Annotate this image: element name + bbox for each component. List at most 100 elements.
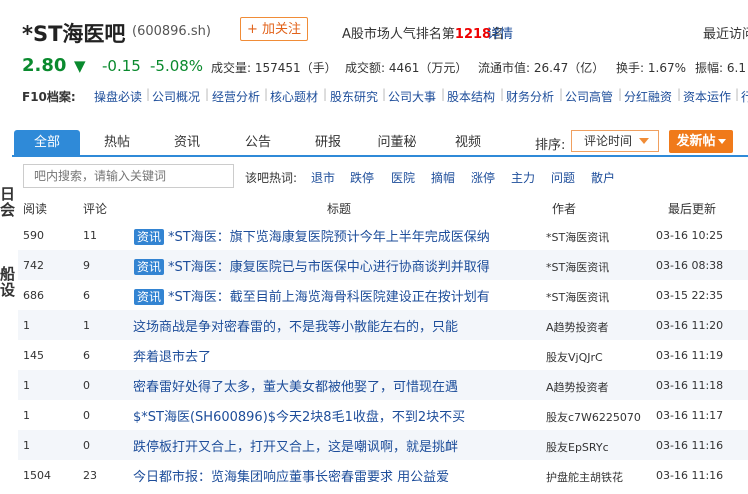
read-count: 590 [23, 229, 44, 242]
stock-code: (600896.sh) [132, 24, 211, 39]
read-count: 1 [23, 409, 30, 422]
post-title-link[interactable]: 这场商战是争对密春雷的，不是我等小散能左右的，只能 [133, 320, 458, 335]
author-link[interactable]: 股友VjQJrC [546, 349, 603, 365]
author-link[interactable]: A趋势投资者 [546, 379, 609, 395]
tab-ask-secretary[interactable]: 问董秘 [364, 130, 430, 155]
col-header-author: 作者 [552, 202, 577, 216]
popularity-rank: A股市场人气排名第1218名 [342, 23, 504, 42]
col-header-read: 阅读 [23, 202, 48, 216]
news-tag[interactable]: 资讯 [134, 229, 165, 245]
post-title-cell: 今日都市报：览海集团响应董事长密春雷要求 用公益爱 [133, 466, 449, 485]
f10-divider: | [382, 87, 387, 101]
tab-video[interactable]: 视频 [440, 130, 496, 155]
down-arrow-icon: ▼ [74, 57, 86, 75]
search-input[interactable] [23, 164, 234, 188]
hot-word[interactable]: 涨停 [471, 169, 495, 186]
f10-divider: | [146, 87, 151, 101]
mktcap-label: 流通市值: [478, 61, 531, 75]
f10-divider: | [618, 87, 623, 101]
hot-word[interactable]: 散户 [591, 169, 615, 186]
post-time: 03-16 11:16 [656, 439, 724, 452]
f10-item[interactable]: 公司概况 [152, 88, 200, 105]
comment-count: 9 [83, 259, 90, 272]
author-link[interactable]: *ST海医资讯 [546, 229, 609, 245]
left-strip-char: 会 [0, 201, 16, 219]
amount-value: 4461（万元） [388, 61, 468, 75]
f10-item[interactable]: 股本结构 [447, 88, 495, 105]
volume-stat: 成交量: 157451（手） [211, 59, 337, 76]
page-title: *ST海医吧 [22, 22, 126, 46]
hot-word[interactable]: 摘帽 [431, 169, 455, 186]
price-change-pct: -5.08% [150, 57, 204, 75]
tab-hot[interactable]: 热帖 [89, 130, 145, 155]
col-header-comments: 评论 [83, 202, 108, 216]
turnover-label: 换手: [616, 61, 645, 75]
post-time: 03-16 11:16 [656, 469, 724, 482]
f10-divider: | [559, 87, 564, 101]
post-time: 03-16 11:17 [656, 409, 724, 422]
f10-divider: | [735, 87, 740, 101]
hot-word[interactable]: 主力 [511, 169, 535, 186]
tab-research[interactable]: 研报 [299, 130, 357, 155]
comment-count: 0 [83, 439, 90, 452]
chevron-down-icon [718, 139, 726, 144]
post-title-link[interactable]: *ST海医：康复医院已与市医保中心进行协商谈判并取得 [168, 260, 490, 275]
f10-divider: | [500, 87, 505, 101]
post-title-link[interactable]: 跌停板打开又合上，打开又合上，这是嘲讽啊，就是挑衅 [133, 440, 458, 455]
comment-count: 6 [83, 349, 90, 362]
post-time: 03-16 11:20 [656, 319, 724, 332]
post-title-link[interactable]: 奔着退市去了 [133, 350, 211, 365]
author-link[interactable]: 护盘舵主胡铁花 [546, 469, 623, 485]
post-title-link[interactable]: *ST海医：截至目前上海览海骨科医院建设正在按计划有 [168, 290, 490, 305]
f10-item[interactable]: 经营分析 [212, 88, 260, 105]
amount-stat: 成交额: 4461（万元） [345, 59, 467, 76]
author-link[interactable]: 股友EpSRYc [546, 439, 609, 455]
f10-item[interactable]: 资本运作 [683, 88, 731, 105]
f10-item[interactable]: 核心题材 [270, 88, 318, 105]
post-time: 03-15 22:35 [656, 289, 724, 302]
author-link[interactable]: *ST海医资讯 [546, 259, 609, 275]
comment-count: 0 [83, 379, 90, 392]
author-link[interactable]: *ST海医资讯 [546, 289, 609, 305]
f10-divider: | [264, 87, 269, 101]
stock-price: 2.80 [22, 55, 67, 76]
f10-item[interactable]: 财务分析 [506, 88, 554, 105]
f10-item[interactable]: 行 [741, 88, 748, 105]
tab-announcements[interactable]: 公告 [229, 130, 287, 155]
author-link[interactable]: A趋势投资者 [546, 319, 609, 335]
table-row[interactable] [18, 340, 748, 370]
f10-item[interactable]: 股东研究 [330, 88, 378, 105]
post-title-cell: 资讯 *ST海医：截至目前上海览海骨科医院建设正在按计划有 [134, 286, 490, 305]
read-count: 1 [23, 379, 30, 392]
recent-visits-link[interactable]: 最近访问 [703, 23, 748, 42]
hot-word[interactable]: 跌停 [350, 169, 374, 186]
f10-divider: | [205, 87, 210, 101]
amplitude-stat: 振幅: 6.1 [695, 59, 746, 76]
author-link[interactable]: 股友c7W6225070 [546, 409, 641, 425]
col-header-title: 标题 [327, 202, 352, 216]
post-time: 03-16 11:19 [656, 349, 724, 362]
post-time: 03-16 10:25 [656, 229, 724, 242]
post-title-cell: 资讯 *ST海医：旗下览海康复医院预计今年上半年完成医保纳 [134, 226, 490, 245]
hot-word[interactable]: 医院 [391, 169, 415, 186]
post-title-link[interactable]: *ST海医：旗下览海康复医院预计今年上半年完成医保纳 [168, 230, 490, 245]
f10-item[interactable]: 操盘必读 [94, 88, 142, 105]
post-title-link[interactable]: 密春雷好处得了太多，董大美女都被他娶了，可惜现在遇 [133, 380, 458, 395]
f10-divider: | [677, 87, 682, 101]
news-tag[interactable]: 资讯 [134, 289, 165, 305]
f10-item[interactable]: 分红融资 [624, 88, 672, 105]
f10-label: F10档案: [22, 90, 76, 104]
post-title-link[interactable]: $*ST海医(SH600896)$今天2块8毛1收盘，不到2块不买 [133, 410, 465, 425]
f10-item[interactable]: 公司高管 [565, 88, 613, 105]
rank-detail-link[interactable]: 详情 [487, 23, 513, 42]
post-title-link[interactable]: 今日都市报：览海集团响应董事长密春雷要求 用公益爱 [133, 470, 449, 485]
hot-word[interactable]: 问题 [551, 169, 575, 186]
tab-news[interactable]: 资讯 [158, 130, 216, 155]
news-tag[interactable]: 资讯 [134, 259, 165, 275]
hot-word[interactable]: 退市 [311, 169, 335, 186]
amplitude-label: 振幅: [695, 61, 724, 75]
follow-button[interactable]: + 加关注 [240, 17, 308, 41]
f10-item[interactable]: 公司大事 [388, 88, 436, 105]
price-change: -0.15 [102, 57, 141, 75]
tab-all[interactable]: 全部 [14, 130, 80, 155]
